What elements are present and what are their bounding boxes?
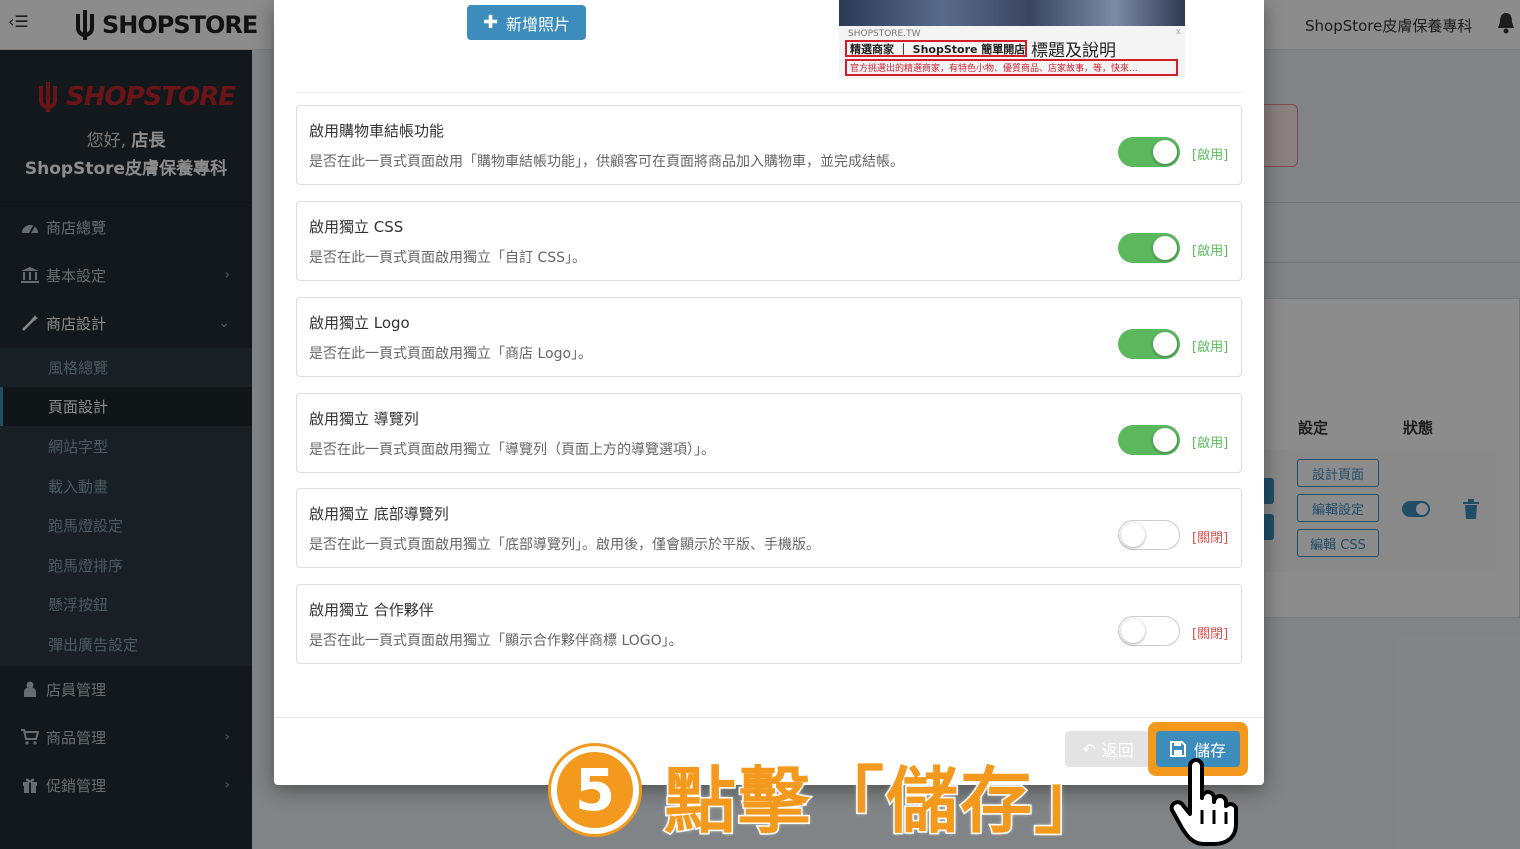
toggle-switch[interactable] — [1118, 520, 1180, 550]
toggle-switch[interactable] — [1118, 329, 1180, 359]
option-description: 是否在此一頁式頁面啟用獨立「自訂 CSS」。 — [309, 250, 586, 266]
page-settings-modal: ✚ 新增照片 SHOPSTORE.TW x 精選商家 ｜ ShopStore 簡… — [274, 0, 1264, 785]
status-label: [啟用] — [1192, 436, 1229, 451]
preview-title: 精選商家 ｜ ShopStore 簡單開店 — [845, 40, 1027, 57]
toggle-knob — [1153, 428, 1177, 452]
option-description: 是否在此一頁式頁面啟用「購物車結帳功能」，供顧客可在頁面將商品加入購物車，並完成… — [309, 154, 904, 170]
option-title: 啟用獨立 導覽列 — [309, 410, 419, 428]
option-description: 是否在此一頁式頁面啟用獨立「導覽列（頁面上方的導覽選項）」。 — [309, 442, 715, 458]
option-title: 啟用購物車結帳功能 — [309, 122, 445, 140]
option-description: 是否在此一頁式頁面啟用獨立「顯示合作夥伴商標 LOGO」。 — [309, 633, 683, 649]
status-label: [關閉] — [1192, 531, 1229, 546]
step-number-badge: 5 — [551, 746, 639, 834]
option-title: 啟用獨立 合作夥伴 — [309, 601, 434, 619]
option-description: 是否在此一頁式頁面啟用獨立「商店 Logo」。 — [309, 346, 593, 362]
plus-icon: ✚ — [482, 12, 499, 33]
modal-footer-divider — [274, 717, 1264, 718]
toggle-knob — [1153, 236, 1177, 260]
preview-annotation: 標題及說明 — [1031, 41, 1116, 61]
preview-description: 官方挑選出的精選商家，有特色小物、優質商品、店家故事，等，快來... — [845, 59, 1178, 76]
toggle-switch[interactable] — [1118, 137, 1180, 167]
toggle-knob — [1121, 523, 1145, 547]
option-custom-bottom-navbar: 啟用獨立 底部導覽列 是否在此一頁式頁面啟用獨立「底部導覽列」。啟用後，僅會顯示… — [296, 488, 1242, 568]
option-description: 是否在此一頁式頁面啟用獨立「底部導覽列」。啟用後，僅會顯示於平版、手機版。 — [309, 537, 820, 553]
option-title: 啟用獨立 CSS — [309, 218, 404, 236]
option-custom-partners: 啟用獨立 合作夥伴 是否在此一頁式頁面啟用獨立「顯示合作夥伴商標 LOGO」。 … — [296, 584, 1242, 664]
modal-divider — [296, 92, 1242, 93]
status-label: [啟用] — [1192, 148, 1229, 163]
preview-photo — [839, 0, 1185, 26]
pointer-hand-icon — [1169, 758, 1238, 846]
option-custom-logo: 啟用獨立 Logo 是否在此一頁式頁面啟用獨立「商店 Logo」。 [啟用] — [296, 297, 1242, 377]
toggle-switch[interactable] — [1118, 233, 1180, 263]
option-title: 啟用獨立 Logo — [309, 314, 410, 332]
share-preview-image: SHOPSTORE.TW x 精選商家 ｜ ShopStore 簡單開店 標題及… — [839, 0, 1185, 78]
toggle-knob — [1153, 140, 1177, 164]
add-photo-label: 新增照片 — [506, 14, 571, 34]
option-custom-navbar: 啟用獨立 導覽列 是否在此一頁式頁面啟用獨立「導覽列（頁面上方的導覽選項）」。 … — [296, 393, 1242, 473]
toggle-knob — [1153, 332, 1177, 356]
status-label: [啟用] — [1192, 244, 1229, 259]
preview-close-icon: x — [1175, 27, 1181, 37]
toggle-switch[interactable] — [1118, 616, 1180, 646]
option-custom-css: 啟用獨立 CSS 是否在此一頁式頁面啟用獨立「自訂 CSS」。 [啟用] — [296, 201, 1242, 281]
floppy-disk-icon — [1169, 741, 1186, 757]
add-photo-button[interactable]: ✚ 新增照片 — [467, 5, 586, 40]
status-label: [啟用] — [1192, 340, 1229, 355]
preview-site-domain: SHOPSTORE.TW — [848, 29, 921, 39]
step-instruction-text: 點擊「儲存」 — [662, 758, 1109, 845]
option-cart-checkout: 啟用購物車結帳功能 是否在此一頁式頁面啟用「購物車結帳功能」，供顧客可在頁面將商… — [296, 105, 1242, 185]
toggle-switch[interactable] — [1118, 425, 1180, 455]
status-label: [關閉] — [1192, 627, 1229, 642]
option-title: 啟用獨立 底部導覽列 — [309, 505, 449, 523]
toggle-knob — [1121, 619, 1145, 643]
